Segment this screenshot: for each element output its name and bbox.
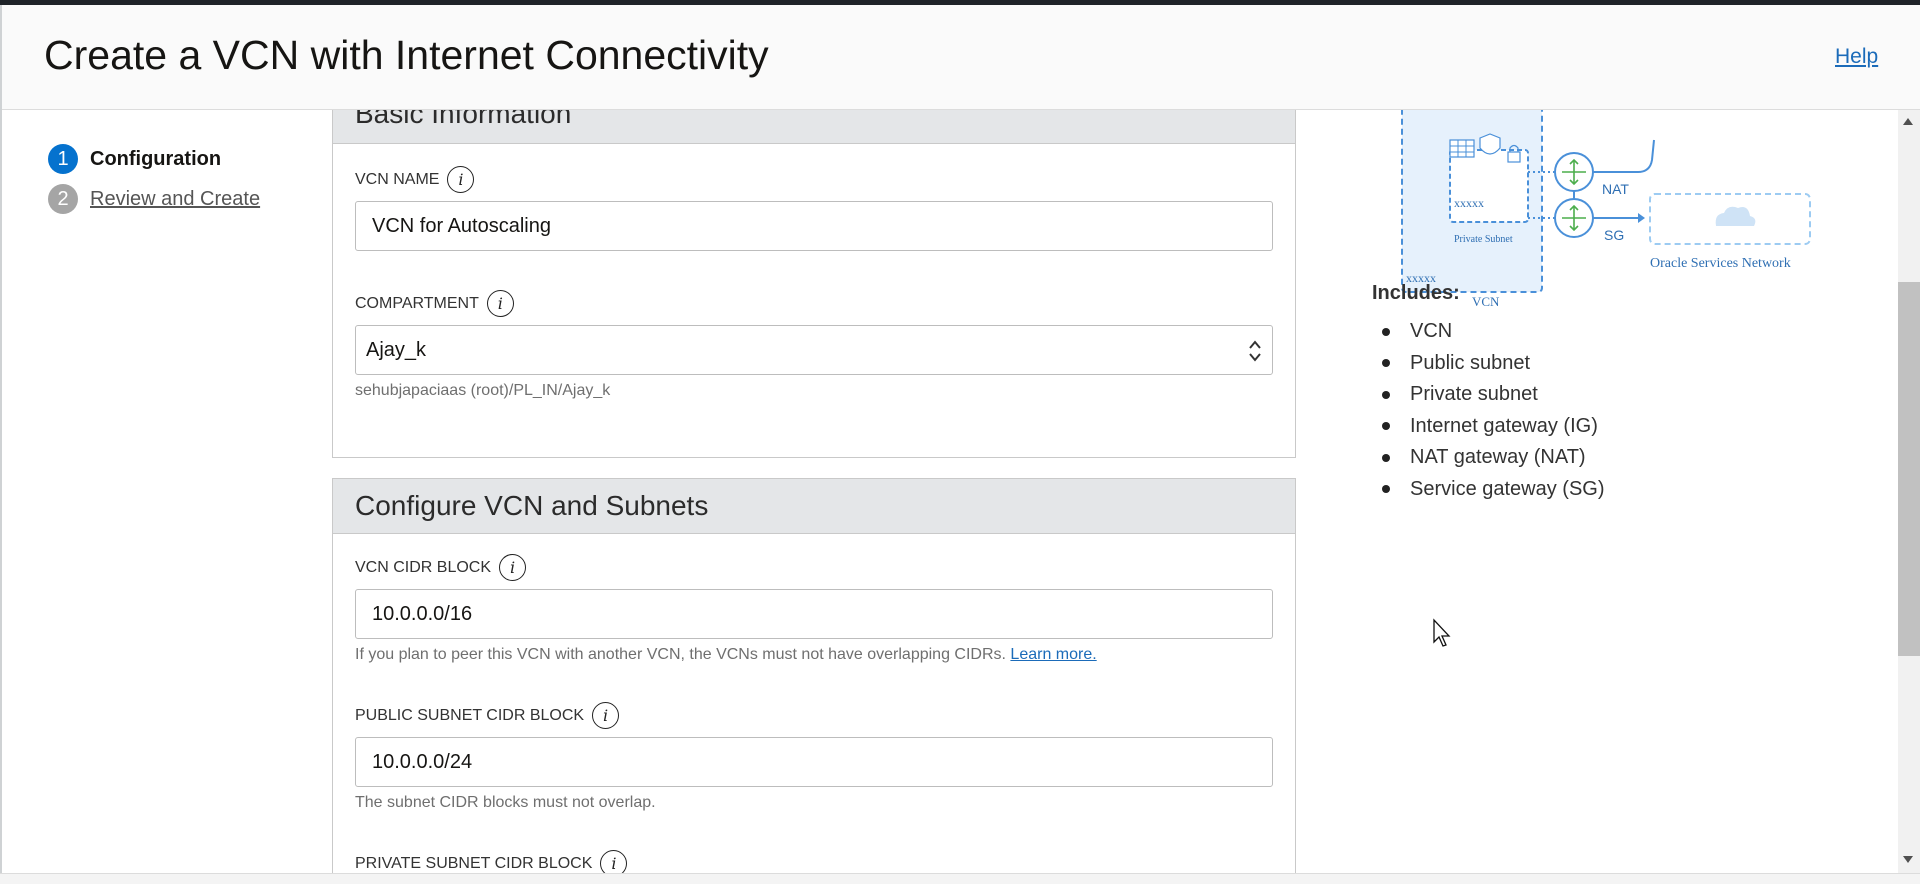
vcn-cidr-hint-text: If you plan to peer this VCN with anothe… [355, 646, 1006, 663]
public-subnet-cidr-input[interactable]: 10.0.0.0/24 [355, 737, 1273, 787]
vcn-cidr-label-text: VCN CIDR BLOCK [355, 558, 492, 576]
info-icon[interactable]: i [447, 166, 475, 193]
section-header: Configure VCN and Subnets [333, 479, 1295, 534]
configure-vcn-subnets-section: Configure VCN and Subnets VCN CIDR BLOCK… [332, 478, 1296, 873]
private-subnet-cidr-label-text: PRIVATE SUBNET CIDR BLOCK [355, 854, 593, 872]
public-subnet-cidr-hint: The subnet CIDR blocks must not overlap. [355, 794, 656, 811]
list-item: Service gateway (SG) [1382, 474, 1605, 506]
list-item: VCN [1382, 316, 1605, 348]
public-subnet-cidr-label: PUBLIC SUBNET CIDR BLOCK i [355, 702, 620, 729]
learn-more-link[interactable]: Learn more. [1010, 646, 1096, 663]
page-title: Create a VCN with Internet Connectivity [44, 32, 769, 78]
section-title: Configure VCN and Subnets [355, 490, 709, 521]
step-label[interactable]: Review and Create [90, 188, 260, 211]
shield-icon [1479, 133, 1501, 155]
help-link[interactable]: Help [1835, 45, 1878, 69]
subnet-cidr: xxxxx [1454, 196, 1484, 210]
scroll-down-icon[interactable] [1903, 856, 1913, 863]
vcn-name-label-text: VCN NAME [355, 170, 440, 188]
info-icon[interactable]: i [592, 702, 620, 729]
compartment-label-text: COMPARTMENT [355, 294, 479, 312]
service-gateway-icon [1554, 198, 1594, 238]
public-subnet-cidr-value: 10.0.0.0/24 [372, 750, 473, 773]
vcn-label: VCN [1472, 294, 1500, 309]
step-configuration: 1 Configuration [48, 144, 221, 174]
arrow-icon [1638, 213, 1645, 223]
list-item: NAT gateway (NAT) [1382, 442, 1605, 474]
step-review-and-create[interactable]: 2 Review and Create [48, 184, 260, 214]
private-subnet-label: Private Subnet [1454, 234, 1513, 245]
vertical-scrollbar[interactable] [1898, 110, 1920, 873]
info-icon[interactable]: i [486, 290, 514, 317]
scroll-up-icon[interactable] [1903, 118, 1913, 125]
includes-list: VCN Public subnet Private subnet Interne… [1382, 316, 1605, 505]
osn-label: Oracle Services Network [1650, 256, 1791, 271]
vcn-name-label: VCN NAME i [355, 166, 475, 193]
nat-label: NAT [1602, 181, 1629, 197]
compartment-select[interactable]: Ajay_k [355, 325, 1273, 375]
internet-link [1593, 139, 1655, 173]
sg-label: SG [1604, 227, 1624, 243]
vcn-cidr-input[interactable]: 10.0.0.0/16 [355, 589, 1273, 639]
vcn-cidr-hint: If you plan to peer this VCN with anothe… [355, 646, 1097, 664]
select-chevron-icon [1249, 340, 1261, 362]
includes-title: Includes: [1372, 282, 1460, 304]
compartment-label: COMPARTMENT i [355, 290, 514, 317]
vcn-name-value: VCN for Autoscaling [372, 214, 551, 237]
step-label: Configuration [90, 147, 222, 170]
list-item: Public subnet [1382, 348, 1605, 380]
info-icon[interactable]: i [499, 554, 527, 581]
vcn-name-input[interactable]: VCN for Autoscaling [355, 201, 1273, 251]
scrollbar-thumb[interactable] [1898, 282, 1920, 656]
mouse-cursor-icon [1433, 618, 1451, 647]
step-number: 2 [48, 184, 78, 214]
dialog-header: Create a VCN with Internet Connectivity … [2, 5, 1920, 110]
basic-information-section: Basic Information VCN NAME i VCN for Aut… [332, 110, 1296, 458]
bottom-strip [0, 873, 1920, 884]
section-header: Basic Information [333, 110, 1295, 144]
private-subnet-cidr-label: PRIVATE SUBNET CIDR BLOCK i [355, 850, 628, 873]
info-icon[interactable]: i [600, 850, 628, 873]
section-title: Basic Information [355, 110, 572, 129]
list-item: Internet gateway (IG) [1382, 411, 1605, 443]
public-subnet-cidr-label-text: PUBLIC SUBNET CIDR BLOCK [355, 706, 585, 724]
step-number: 1 [48, 144, 78, 174]
vcn-cidr-label: VCN CIDR BLOCK i [355, 554, 527, 581]
list-item: Private subnet [1382, 379, 1605, 411]
compartment-path: sehubjapaciaas (root)/PL_IN/Ajay_k [355, 382, 611, 399]
compartment-value: Ajay_k [366, 338, 427, 361]
vcn-cidr-value: 10.0.0.0/16 [372, 602, 473, 625]
dialog-body: 1 Configuration 2 Review and Create Basi… [2, 110, 1898, 873]
nat-gateway-icon [1554, 152, 1594, 192]
table-icon [1449, 139, 1475, 158]
